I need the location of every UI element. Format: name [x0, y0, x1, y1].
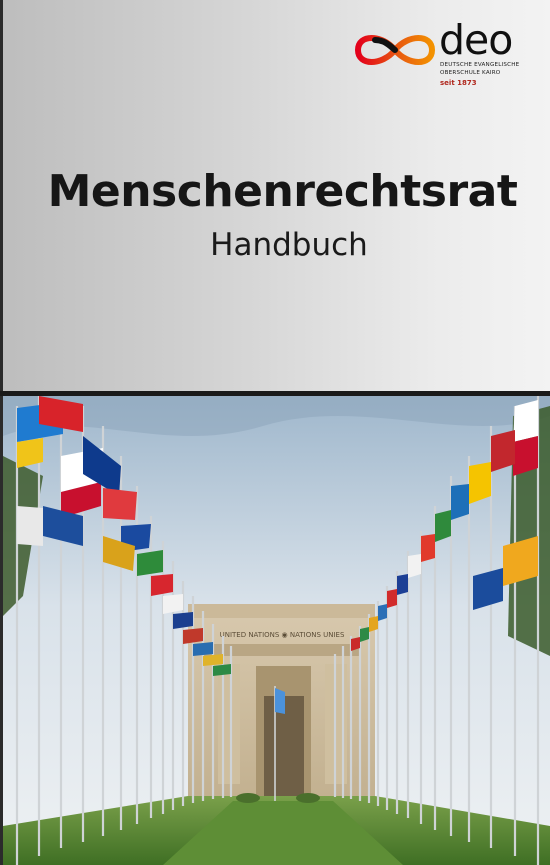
school-logo: deo DEUTSCHE EVANGELISCHE OBERSCHULE KAI…	[352, 16, 532, 94]
building-inscription: UNITED NATIONS ◉ NATIONS UNIES	[220, 631, 345, 639]
logo-wordmark: deo	[439, 16, 513, 64]
handbook-cover: deo DEUTSCHE EVANGELISCHE OBERSCHULE KAI…	[0, 0, 550, 865]
un-geneva-allee-des-drapeaux-illustration: UNITED NATIONS ◉ NATIONS UNIES	[3, 396, 550, 865]
cover-subtitle: Handbuch	[210, 227, 368, 263]
cover-photo-un-flags: UNITED NATIONS ◉ NATIONS UNIES	[3, 396, 550, 865]
infinity-logo-icon	[354, 35, 436, 65]
logo-school-name: DEUTSCHE EVANGELISCHE OBERSCHULE KAIRO	[440, 62, 520, 76]
logo-since: seit 1873	[440, 79, 477, 87]
cover-title: Menschenrechtsrat	[47, 166, 518, 217]
